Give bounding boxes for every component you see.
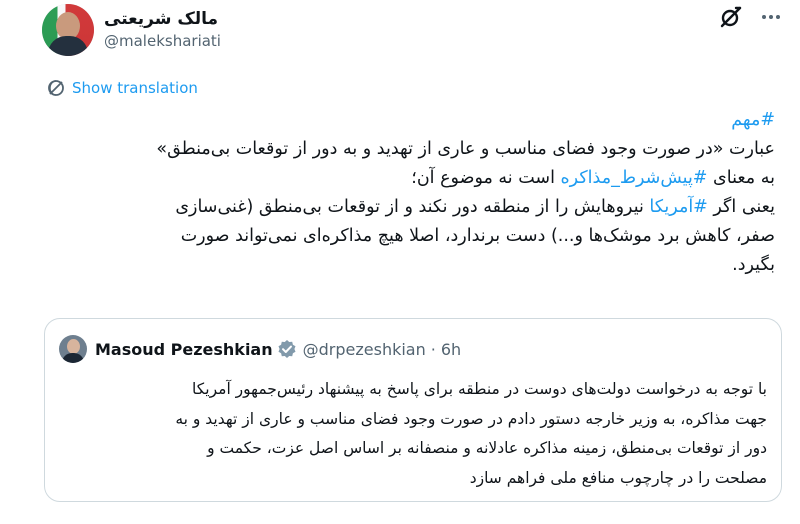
globe-icon bbox=[46, 78, 66, 98]
tweet-actions bbox=[718, 4, 784, 30]
quote-line: با توجه به درخواست دولت‌های دوست در منطق… bbox=[192, 380, 767, 398]
quote-line: جهت مذاکره، به وزیر خارجه دستور دادم در … bbox=[175, 409, 767, 428]
tweet-page: مالک شریعتی @malekshariati Show translat… bbox=[0, 0, 800, 524]
author-display-name[interactable]: مالک شریعتی bbox=[104, 8, 218, 30]
verified-badge-icon bbox=[277, 339, 297, 359]
hashtag-link[interactable]: #آمریکا bbox=[649, 197, 707, 217]
tweet-line: به معنای #پیش‌شرط_مذاکره است نه موضوع آن… bbox=[30, 164, 775, 193]
quoted-timestamp[interactable]: 6h bbox=[441, 340, 461, 359]
more-icon[interactable] bbox=[758, 4, 784, 30]
tweet-text-segment: به معنای bbox=[707, 168, 775, 188]
quoted-tweet-card[interactable]: Masoud Pezeshkian @drpezeshkian · 6h با … bbox=[44, 318, 782, 502]
author-handle[interactable]: @malekshariati bbox=[104, 30, 221, 52]
hashtag-link[interactable]: #پیش‌شرط_مذاکره bbox=[561, 168, 708, 188]
tweet-line: صفر، کاهش برد موشک‌ها و...) دست برندارد،… bbox=[180, 226, 775, 246]
show-translation-link[interactable]: Show translation bbox=[46, 78, 198, 98]
meta-separator: · bbox=[430, 339, 436, 359]
quoted-tweet-text: با توجه به درخواست دولت‌های دوست در منطق… bbox=[59, 375, 767, 493]
grok-icon[interactable] bbox=[718, 4, 744, 30]
quoted-author-handle[interactable]: @drpezeshkian bbox=[303, 340, 426, 359]
tweet-text-segment: است نه موضوع آن؛ bbox=[411, 168, 561, 188]
tweet-text-segment: یعنی اگر bbox=[707, 197, 775, 217]
quote-line: مصلحت را در چارچوب منافع ملی فراهم سازد bbox=[469, 468, 767, 487]
tweet-header: مالک شریعتی @malekshariati bbox=[0, 0, 800, 62]
quote-line: دور از توقعات بی‌منطق، زمینه مذاکره عادل… bbox=[207, 439, 767, 457]
quoted-tweet-header: Masoud Pezeshkian @drpezeshkian · 6h bbox=[59, 335, 461, 363]
hashtag-link[interactable]: #مهم bbox=[731, 110, 775, 130]
tweet-line: یعنی اگر #آمریکا نیروهایش را از منطقه دو… bbox=[30, 193, 775, 222]
tweet-text-segment: نیروهایش را از منطقه دور نکند و از توقعا… bbox=[175, 197, 650, 217]
tweet-text: #مهم عبارت «در صورت وجود فضای مناسب و عا… bbox=[30, 106, 775, 280]
show-translation-label[interactable]: Show translation bbox=[72, 79, 198, 97]
author-block[interactable]: مالک شریعتی @malekshariati bbox=[42, 4, 221, 56]
avatar-face bbox=[67, 339, 80, 354]
tweet-line: #مهم bbox=[30, 106, 775, 135]
quoted-author-avatar[interactable] bbox=[59, 335, 87, 363]
avatar-suit bbox=[62, 353, 84, 363]
tweet-line: بگیرد. bbox=[732, 255, 775, 275]
tweet-line: عبارت «در صورت وجود فضای مناسب و عاری از… bbox=[156, 139, 775, 159]
author-avatar[interactable] bbox=[42, 4, 94, 56]
quoted-author-name[interactable]: Masoud Pezeshkian bbox=[95, 340, 273, 359]
author-names: مالک شریعتی @malekshariati bbox=[104, 8, 221, 52]
